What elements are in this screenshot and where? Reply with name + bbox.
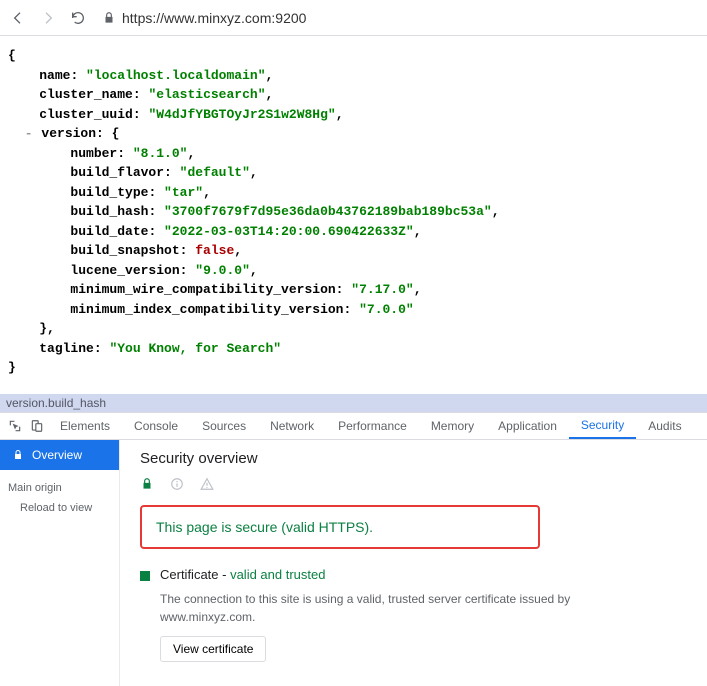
url-port: :9200 xyxy=(271,10,306,26)
lock-icon xyxy=(140,477,154,491)
tab-audits[interactable]: Audits xyxy=(636,413,693,439)
browser-toolbar: https://www.minxyz.com:9200 xyxy=(0,0,707,36)
inspect-icon[interactable] xyxy=(4,419,26,433)
forward-button[interactable] xyxy=(38,8,58,28)
security-panel: Overview Main origin Reload to view Secu… xyxy=(0,440,707,686)
tab-memory[interactable]: Memory xyxy=(419,413,486,439)
sidebar-heading: Main origin xyxy=(0,470,119,498)
collapse-toggle[interactable]: - xyxy=(24,124,34,144)
certificate-row: Certificate - valid and trusted xyxy=(140,567,687,582)
view-certificate-button[interactable]: View certificate xyxy=(160,636,266,662)
tab-elements[interactable]: Elements xyxy=(48,413,122,439)
tab-console[interactable]: Console xyxy=(122,413,190,439)
devtools-tabs: Elements Console Sources Network Perform… xyxy=(0,412,707,440)
sidebar-item-reload[interactable]: Reload to view xyxy=(0,498,119,518)
address-bar[interactable]: https://www.minxyz.com:9200 xyxy=(98,10,699,26)
json-path-breadcrumb: version.build_hash xyxy=(0,394,707,412)
back-button[interactable] xyxy=(8,8,28,28)
cert-prefix: Certificate - xyxy=(160,567,230,582)
info-icon xyxy=(170,477,184,491)
overview-pill[interactable]: Overview xyxy=(0,440,119,470)
json-viewer: { name: "localhost.localdomain", cluster… xyxy=(0,36,707,394)
tab-performance[interactable]: Performance xyxy=(326,413,419,439)
url-scheme: https:// xyxy=(122,10,164,26)
tab-network[interactable]: Network xyxy=(258,413,326,439)
cert-status: valid and trusted xyxy=(230,567,325,582)
reload-button[interactable] xyxy=(68,8,88,28)
tab-application[interactable]: Application xyxy=(486,413,569,439)
tab-security[interactable]: Security xyxy=(569,413,636,439)
certificate-title: Certificate - valid and trusted xyxy=(160,567,325,582)
security-body: Security overview This page is secure (v… xyxy=(120,440,707,686)
status-square-icon xyxy=(140,571,150,581)
tab-sources[interactable]: Sources xyxy=(190,413,258,439)
device-icon[interactable] xyxy=(26,419,48,433)
lock-icon xyxy=(102,11,116,25)
url-host: www.minxyz.com xyxy=(164,10,271,26)
security-title: Security overview xyxy=(140,450,687,467)
security-state-icons xyxy=(140,477,687,491)
security-sidebar: Overview Main origin Reload to view xyxy=(0,440,120,686)
secure-callout: This page is secure (valid HTTPS). xyxy=(140,505,540,549)
certificate-description: The connection to this site is using a v… xyxy=(160,590,580,626)
overview-label: Overview xyxy=(32,448,82,462)
lock-icon xyxy=(12,449,24,461)
warning-icon xyxy=(200,477,214,491)
url-text: https://www.minxyz.com:9200 xyxy=(122,10,306,26)
